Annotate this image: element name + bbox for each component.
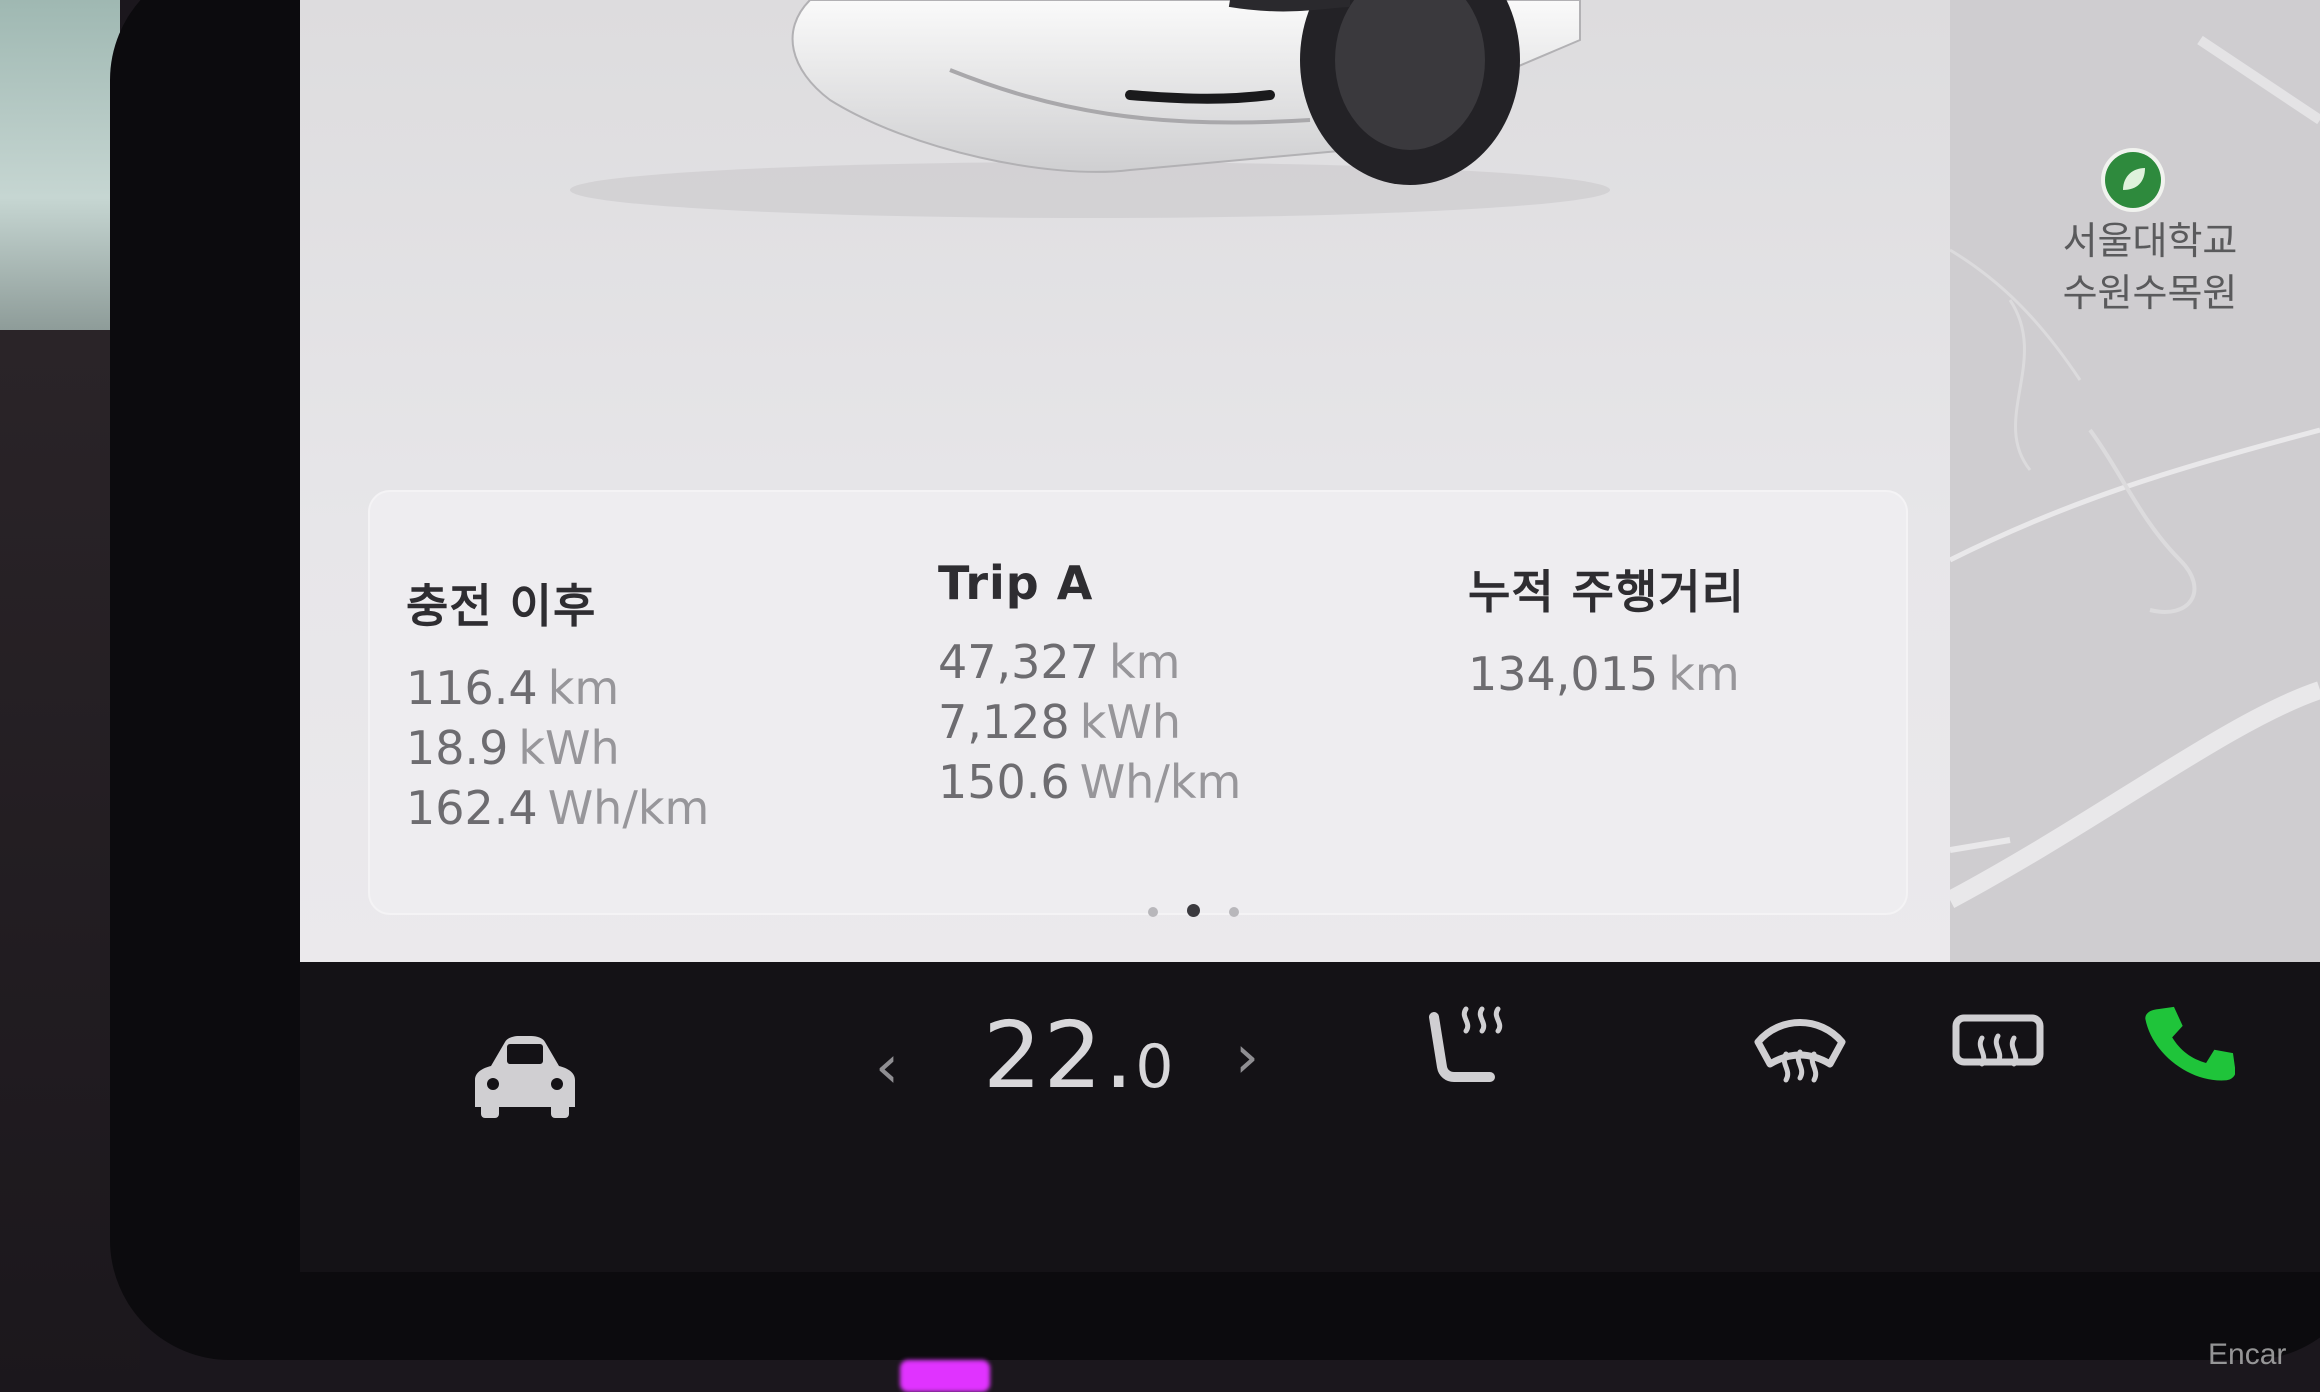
trip-a-efficiency: 150.6 Wh/km	[938, 752, 1241, 812]
value: 47,327	[938, 635, 1099, 689]
value: 150.6	[938, 755, 1070, 809]
since-charge-efficiency: 162.4 Wh/km	[406, 778, 709, 838]
odometer-column: 누적 주행거리 134,015 km	[1468, 556, 1745, 704]
trip-a-title: Trip A	[938, 556, 1094, 610]
trip-a-column: Trip A 47,327 km 7,128 kWh 150.6 Wh/km	[938, 556, 1241, 812]
unit: Wh/km	[1079, 755, 1242, 809]
car-panel: 충전 이후 116.4 km 18.9 kWh 162.4 Wh/km Trip A …	[300, 0, 1950, 962]
park-icon	[2105, 152, 2161, 208]
value: 162.4	[406, 781, 538, 835]
poi-name-line2: 수원수목원	[2062, 271, 2238, 315]
temp-decimal: 0	[1135, 1032, 1176, 1102]
bottom-bar: ‹ 22.0 ›	[300, 962, 2320, 1272]
chevron-left-icon[interactable]: ‹	[875, 1032, 899, 1102]
poi-name-line1: 서울대학교	[2062, 219, 2238, 263]
temp-integer: 22.	[983, 1002, 1136, 1109]
map-roads	[1950, 35, 2320, 908]
front-defrost-icon[interactable]	[1750, 1012, 1850, 1092]
rear-defrost-icon[interactable]	[1948, 1010, 2048, 1090]
unit: km	[547, 661, 620, 715]
touchscreen: 충전 이후 116.4 km 18.9 kWh 162.4 Wh/km Trip A …	[300, 0, 2320, 962]
unit: Wh/km	[547, 781, 710, 835]
map-view[interactable]: 서울대학교 수원수목원	[1950, 0, 2320, 962]
since-charge-title: 충전 이후	[406, 579, 597, 633]
watermark-logo: Encar	[2208, 1338, 2287, 1371]
odometer-distance: 134,015 km	[1468, 644, 1745, 704]
since-charge-energy: 18.9 kWh	[406, 718, 709, 778]
phone-icon[interactable]	[2145, 997, 2235, 1087]
unit: km	[1668, 647, 1740, 701]
trip-a-distance: 47,327 km	[938, 632, 1241, 692]
page-indicator[interactable]	[1136, 902, 1251, 921]
window-background	[0, 0, 120, 330]
page-dot[interactable]	[1148, 907, 1158, 917]
value: 116.4	[406, 661, 538, 715]
unit: km	[1108, 635, 1181, 689]
value: 134,015	[1468, 647, 1659, 701]
value: 18.9	[406, 721, 509, 775]
page-dot[interactable]	[1229, 907, 1240, 917]
unit: kWh	[518, 721, 620, 775]
since-charge-column: 충전 이후 116.4 km 18.9 kWh 162.4 Wh/km	[406, 570, 709, 838]
unit: kWh	[1079, 695, 1181, 749]
map-poi-label: 서울대학교 수원수목원	[2040, 215, 2260, 319]
since-charge-distance: 116.4 km	[406, 658, 709, 718]
trip-a-energy: 7,128 kWh	[938, 692, 1241, 752]
value: 7,128	[938, 695, 1070, 749]
trip-stats-card[interactable]: 충전 이후 116.4 km 18.9 kWh 162.4 Wh/km Trip A …	[368, 490, 1908, 915]
odometer-title: 누적 주행거리	[1468, 565, 1745, 619]
car-icon[interactable]	[465, 1032, 585, 1122]
page-dot-active[interactable]	[1187, 904, 1201, 917]
cabin-temperature[interactable]: 22.0	[983, 1002, 1176, 1109]
seat-heater-icon[interactable]	[1420, 997, 1520, 1097]
ambient-light	[900, 1360, 990, 1392]
vehicle-image[interactable]	[530, 0, 1630, 260]
chevron-right-icon[interactable]: ›	[1235, 1022, 1259, 1092]
